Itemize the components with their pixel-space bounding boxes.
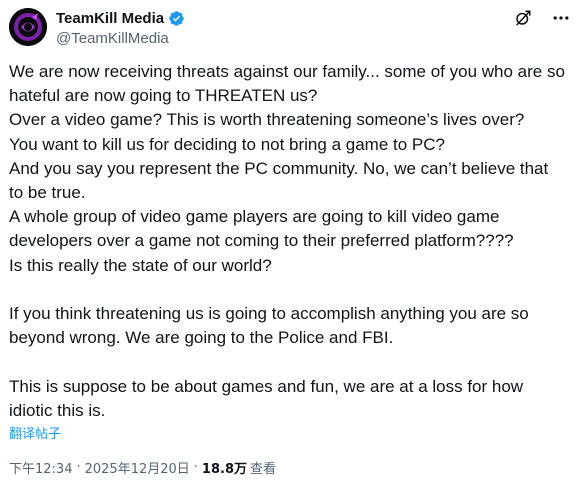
tweet-header: TeamKill Media @TeamKillMedia: [9, 8, 571, 50]
tweet-line: Is this really the state of our world?: [9, 255, 272, 275]
header-actions: [513, 8, 571, 28]
tweet-line: to be true.: [9, 183, 86, 203]
views-count[interactable]: 18.8万: [202, 458, 247, 477]
more-options-icon[interactable]: [551, 8, 571, 28]
tweet-line: A whole group of video game players are …: [9, 207, 500, 227]
author-block: TeamKill Media @TeamKillMedia: [56, 8, 185, 47]
translate-post-link[interactable]: 翻译帖子: [9, 423, 61, 442]
tweet-line: Over a video game? This is worth threate…: [9, 110, 525, 130]
tweet-line: If you think threatening us is going to …: [9, 304, 529, 324]
tweet-card: TeamKill Media @TeamKillMedia We are now…: [0, 0, 585, 480]
tweet-line: hateful are now going to THREATEN us?: [9, 86, 318, 106]
author-handle[interactable]: @TeamKillMedia: [56, 30, 185, 47]
tweet-line: We are now receiving threats against our…: [9, 62, 565, 81]
grok-icon[interactable]: [513, 8, 533, 28]
tweet-body: We are now receiving threats against our…: [9, 60, 575, 423]
post-time[interactable]: 下午12:34: [9, 458, 72, 477]
tweet-line: You want to kill us for deciding to not …: [9, 134, 445, 154]
teamkill-logo-icon: [9, 8, 47, 46]
tweet-meta: 下午12:34 · 2025年12月20日 · 18.8万 查看: [9, 458, 276, 477]
views-label: 查看: [250, 462, 277, 477]
meta-separator: ·: [76, 460, 81, 475]
avatar[interactable]: [9, 8, 47, 46]
tweet-line: developers over a game not coming to the…: [9, 231, 514, 251]
tweet-line: And you say you represent the PC communi…: [9, 158, 549, 178]
verified-badge-icon[interactable]: [168, 10, 185, 27]
meta-separator: ·: [193, 460, 198, 475]
tweet-line: idiotic this is.: [9, 400, 106, 420]
post-date[interactable]: 2025年12月20日: [85, 458, 190, 477]
display-name[interactable]: TeamKill Media: [56, 10, 164, 27]
tweet-line: This is suppose to be about games and fu…: [9, 376, 524, 396]
tweet-line: beyond wrong. We are going to the Police…: [9, 328, 394, 348]
